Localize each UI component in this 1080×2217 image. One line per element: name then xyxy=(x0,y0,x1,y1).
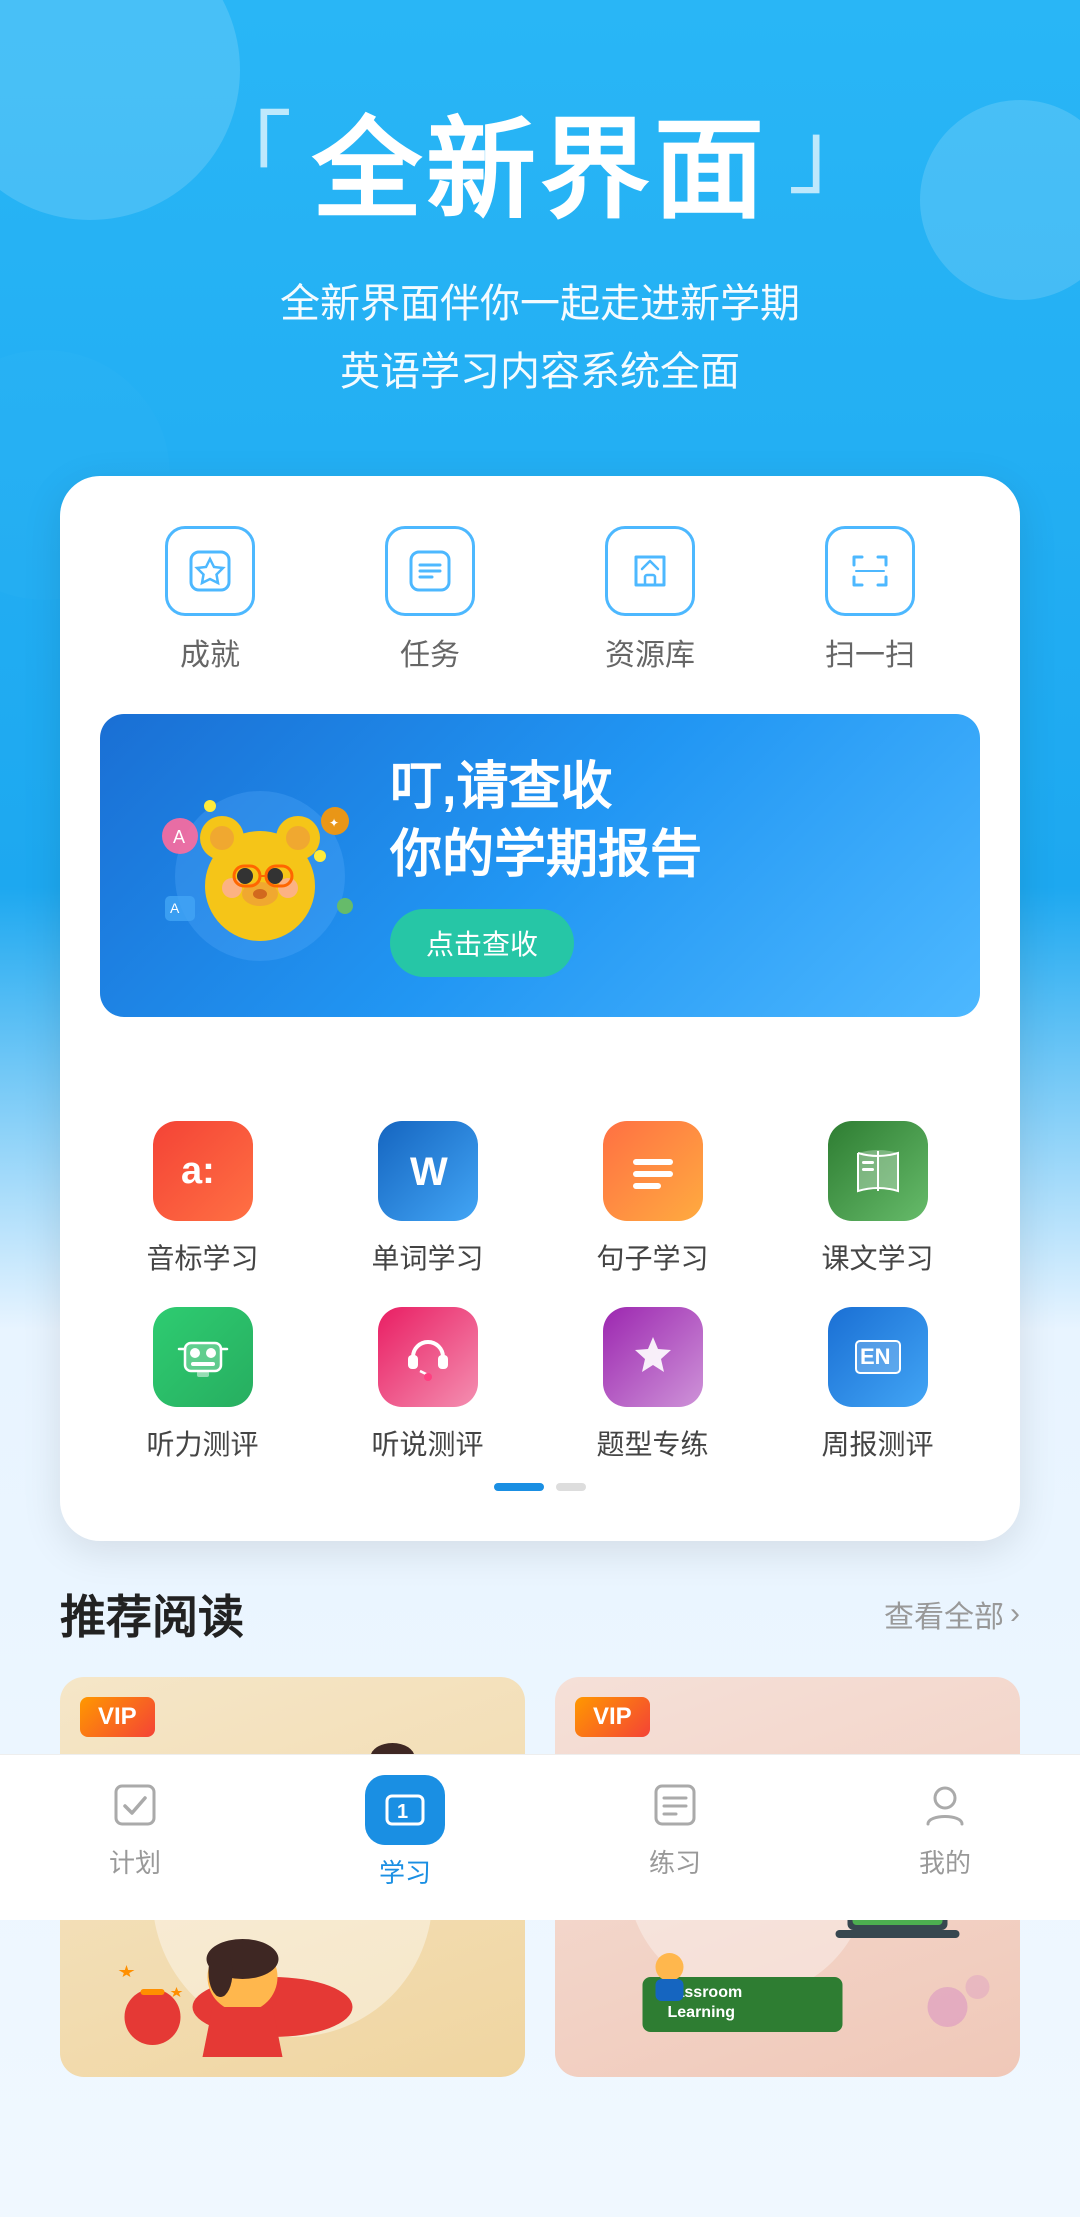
app-exercises[interactable]: 题型专练 xyxy=(550,1307,755,1463)
hero-section: 「 全新界面 」 全新界面伴你一起走进新学期 英语学习内容系统全面 xyxy=(0,0,1080,456)
exercises-label: 题型专练 xyxy=(596,1423,708,1463)
tasks-label: 任务 xyxy=(400,630,460,674)
app-speaklisten[interactable]: 听说测评 xyxy=(325,1307,530,1463)
svg-text:A: A xyxy=(173,827,185,847)
dot-3 xyxy=(533,1067,547,1081)
banner-dots xyxy=(100,1067,980,1081)
hero-title-box: 「 全新界面 」 xyxy=(202,80,878,240)
quick-actions-row: 成就 任务 xyxy=(100,526,980,674)
promo-banner[interactable]: A ✦ A 叮,请查收 你的学期报告 点击查收 xyxy=(100,714,980,1017)
textbook-icon xyxy=(828,1121,928,1221)
bracket-left-icon: 「 xyxy=(202,110,292,200)
practice-nav-label: 练习 xyxy=(649,1843,701,1880)
nav-practice[interactable]: 练习 xyxy=(575,1775,775,1890)
svg-text:A: A xyxy=(170,900,180,916)
hero-subtitle: 全新界面伴你一起走进新学期 英语学习内容系统全面 xyxy=(280,270,800,406)
mine-nav-label: 我的 xyxy=(919,1843,971,1880)
plan-nav-icon xyxy=(105,1775,165,1835)
svg-text:✦: ✦ xyxy=(329,816,339,830)
svg-text:a:: a: xyxy=(181,1150,215,1192)
bracket-right-icon: 」 xyxy=(788,110,878,200)
tasks-icon xyxy=(385,526,475,616)
achievements-icon xyxy=(165,526,255,616)
weekly-label: 周报测评 xyxy=(821,1423,933,1463)
achievements-label: 成就 xyxy=(180,630,240,674)
chevron-right-icon: › xyxy=(1010,1597,1020,1631)
app-weekly[interactable]: EN 周报测评 xyxy=(775,1307,980,1463)
section-title: 推荐阅读 xyxy=(60,1581,244,1647)
exercises-icon xyxy=(603,1307,703,1407)
study-nav-label: 学习 xyxy=(379,1853,431,1890)
app-textbook[interactable]: 课文学习 xyxy=(775,1121,980,1277)
dot-4 xyxy=(557,1067,571,1081)
grid-dot-1 xyxy=(494,1483,544,1491)
mascot-illustration: A ✦ A xyxy=(150,776,370,956)
words-icon: W xyxy=(378,1121,478,1221)
dot-1 xyxy=(485,1067,499,1081)
hero-title: 全新界面 xyxy=(312,80,768,240)
svg-text:W: W xyxy=(410,1150,448,1194)
svg-text:Learning: Learning xyxy=(668,2004,736,2021)
dot-5 xyxy=(581,1067,595,1081)
scan-icon xyxy=(825,526,915,616)
grid-dot-2 xyxy=(556,1483,586,1491)
banner-cta-button[interactable]: 点击查收 xyxy=(390,909,574,977)
practice-nav-icon xyxy=(645,1775,705,1835)
quick-action-resources[interactable]: 资源库 xyxy=(605,526,695,674)
bottom-navigation: 计划 1 学习 练习 我的 xyxy=(0,1754,1080,1920)
quick-action-tasks[interactable]: 任务 xyxy=(385,526,475,674)
words-label: 单词学习 xyxy=(371,1237,483,1277)
speaklisten-icon xyxy=(378,1307,478,1407)
app-phonics[interactable]: a: 音标学习 xyxy=(100,1121,305,1277)
app-grid: a: 音标学习 W 单词学习 xyxy=(100,1121,980,1463)
resources-label: 资源库 xyxy=(605,630,695,674)
speaklisten-label: 听说测评 xyxy=(371,1423,483,1463)
nav-mine[interactable]: 我的 xyxy=(845,1775,1045,1890)
view-all-button[interactable]: 查看全部 › xyxy=(884,1592,1020,1636)
grid-page-indicator xyxy=(100,1483,980,1491)
plan-nav-label: 计划 xyxy=(109,1843,161,1880)
dot-2 xyxy=(509,1067,523,1081)
hero-subtitle-line2: 英语学习内容系统全面 xyxy=(280,338,800,406)
quick-action-achievements[interactable]: 成就 xyxy=(165,526,255,674)
weekly-icon: EN xyxy=(828,1307,928,1407)
study-nav-icon: 1 xyxy=(365,1775,445,1845)
app-sentences[interactable]: 句子学习 xyxy=(550,1121,755,1277)
section-header: 推荐阅读 查看全部 › xyxy=(60,1581,1020,1647)
nav-plan[interactable]: 计划 xyxy=(35,1775,235,1890)
hero-subtitle-line1: 全新界面伴你一起走进新学期 xyxy=(280,270,800,338)
banner-text-content: 叮,请查收 你的学期报告 点击查收 xyxy=(370,754,930,977)
banner-title: 叮,请查收 你的学期报告 xyxy=(390,754,930,889)
nav-study[interactable]: 1 学习 xyxy=(305,1775,505,1890)
svg-text:EN: EN xyxy=(860,1344,891,1369)
app-listening[interactable]: 听力测评 xyxy=(100,1307,305,1463)
quick-action-scan[interactable]: 扫一扫 xyxy=(825,526,915,674)
svg-text:1: 1 xyxy=(397,1801,408,1823)
listening-icon xyxy=(153,1307,253,1407)
sentences-icon xyxy=(603,1121,703,1221)
textbook-label: 课文学习 xyxy=(821,1237,933,1277)
resources-icon xyxy=(605,526,695,616)
mine-nav-icon xyxy=(915,1775,975,1835)
scan-label: 扫一扫 xyxy=(825,630,915,674)
phonics-icon: a: xyxy=(153,1121,253,1221)
sentences-label: 句子学习 xyxy=(596,1237,708,1277)
app-words[interactable]: W 单词学习 xyxy=(325,1121,530,1277)
phonics-label: 音标学习 xyxy=(146,1237,258,1277)
main-card: 成就 任务 xyxy=(60,476,1020,1541)
listening-label: 听力测评 xyxy=(146,1423,258,1463)
